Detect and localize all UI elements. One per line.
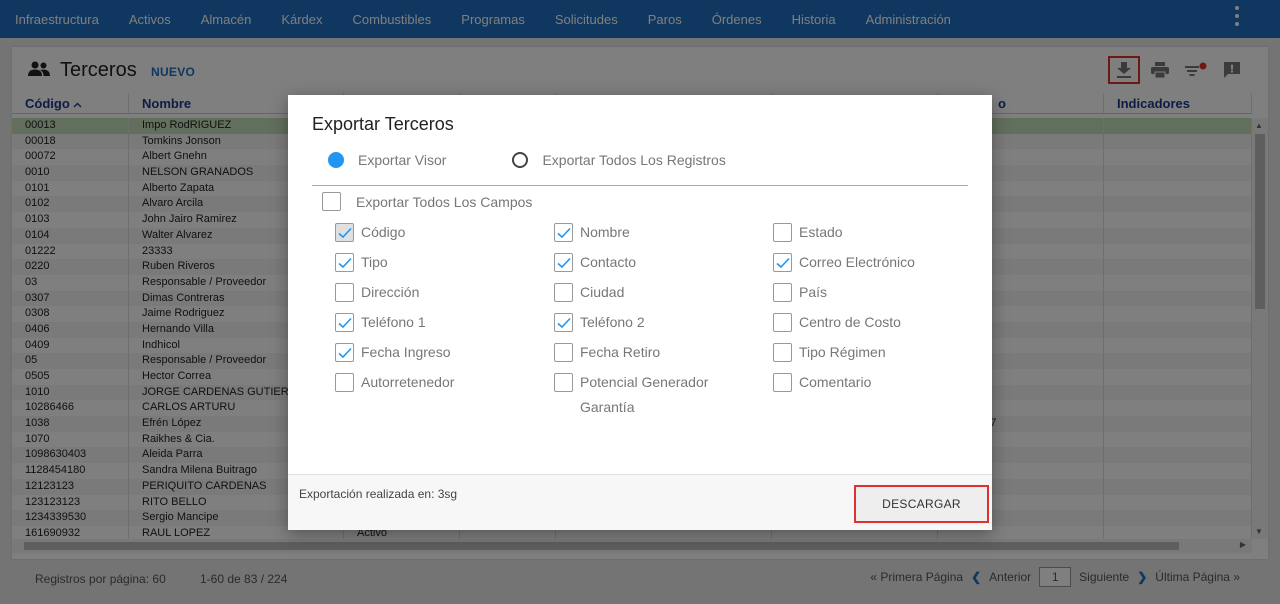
- export-status: Exportación realizada en: 3sg: [299, 487, 458, 501]
- field-checkbox[interactable]: [554, 283, 573, 302]
- field-option[interactable]: Teléfono 1: [335, 313, 554, 343]
- field-label[interactable]: Teléfono 1: [361, 313, 426, 332]
- field-label[interactable]: Comentario: [799, 373, 871, 392]
- field-option[interactable]: Comentario: [773, 373, 963, 403]
- field-option[interactable]: Dirección: [335, 283, 554, 313]
- divider: [312, 185, 968, 186]
- field-checkbox[interactable]: [773, 223, 792, 242]
- radio-export-all[interactable]: [512, 152, 529, 168]
- field-checkbox[interactable]: [773, 373, 792, 392]
- field-option[interactable]: Teléfono 2: [554, 313, 773, 343]
- field-option[interactable]: Fecha Ingreso: [335, 343, 554, 373]
- field-label[interactable]: Fecha Ingreso: [361, 343, 451, 362]
- all-fields-option[interactable]: Exportar Todos Los Campos: [322, 192, 532, 211]
- field-checkbox[interactable]: [554, 313, 573, 332]
- field-option[interactable]: Fecha Retiro: [554, 343, 773, 373]
- field-checkbox[interactable]: [335, 223, 354, 242]
- field-label[interactable]: Tipo Régimen: [799, 343, 886, 362]
- field-label[interactable]: Fecha Retiro: [580, 343, 660, 362]
- dialog-title: Exportar Terceros: [312, 114, 454, 134]
- field-option[interactable]: Tipo: [335, 253, 554, 283]
- field-label[interactable]: Tipo: [361, 253, 388, 272]
- radio-export-visor[interactable]: [328, 152, 344, 168]
- field-option[interactable]: Correo Electrónico: [773, 253, 963, 283]
- field-option[interactable]: Contacto: [554, 253, 773, 283]
- field-option[interactable]: Estado: [773, 223, 963, 253]
- field-label[interactable]: Correo Electrónico: [799, 253, 915, 272]
- fields-grid: Código Nombre Estado Tipo Contacto Correo Ele…: [335, 223, 965, 415]
- field-label[interactable]: Nombre: [580, 223, 630, 242]
- field-checkbox[interactable]: [773, 283, 792, 302]
- field-option[interactable]: Potencial Generador Garantía: [554, 373, 773, 415]
- field-label[interactable]: Dirección: [361, 283, 419, 302]
- field-label[interactable]: Estado: [799, 223, 843, 242]
- field-label[interactable]: Centro de Costo: [799, 313, 901, 332]
- field-option[interactable]: Nombre: [554, 223, 773, 253]
- field-label[interactable]: País: [799, 283, 827, 302]
- field-checkbox[interactable]: [554, 253, 573, 272]
- field-option[interactable]: País: [773, 283, 963, 313]
- dialog-footer: Exportación realizada en: 3sg DESCARGAR: [288, 474, 992, 530]
- all-fields-label[interactable]: Exportar Todos Los Campos: [356, 194, 532, 210]
- checkbox-all-fields[interactable]: [322, 192, 341, 211]
- field-option[interactable]: Código: [335, 223, 554, 253]
- export-dialog: Exportar Terceros Exportar Visor Exporta…: [288, 95, 992, 530]
- descargar-button[interactable]: DESCARGAR: [854, 485, 989, 523]
- field-checkbox[interactable]: [773, 253, 792, 272]
- field-checkbox[interactable]: [335, 373, 354, 392]
- field-label[interactable]: Contacto: [580, 253, 636, 272]
- field-label[interactable]: Autorretenedor: [361, 373, 454, 392]
- field-checkbox[interactable]: [335, 343, 354, 362]
- field-label[interactable]: Ciudad: [580, 283, 624, 302]
- field-checkbox[interactable]: [773, 343, 792, 362]
- field-checkbox[interactable]: [554, 373, 573, 392]
- field-label[interactable]: Teléfono 2: [580, 313, 645, 332]
- radio-label-all[interactable]: Exportar Todos Los Registros: [542, 152, 725, 168]
- field-checkbox[interactable]: [773, 313, 792, 332]
- field-checkbox[interactable]: [335, 253, 354, 272]
- field-option[interactable]: Centro de Costo: [773, 313, 963, 343]
- field-checkbox[interactable]: [554, 343, 573, 362]
- field-option[interactable]: Tipo Régimen: [773, 343, 963, 373]
- field-checkbox[interactable]: [554, 223, 573, 242]
- export-mode-group: Exportar Visor Exportar Todos Los Regist…: [328, 152, 792, 168]
- field-checkbox[interactable]: [335, 283, 354, 302]
- field-label[interactable]: Potencial Generador Garantía: [580, 370, 740, 420]
- field-option[interactable]: Ciudad: [554, 283, 773, 313]
- radio-label-visor[interactable]: Exportar Visor: [358, 152, 446, 168]
- field-option[interactable]: Autorretenedor: [335, 373, 554, 403]
- field-label[interactable]: Código: [361, 223, 405, 242]
- field-checkbox[interactable]: [335, 313, 354, 332]
